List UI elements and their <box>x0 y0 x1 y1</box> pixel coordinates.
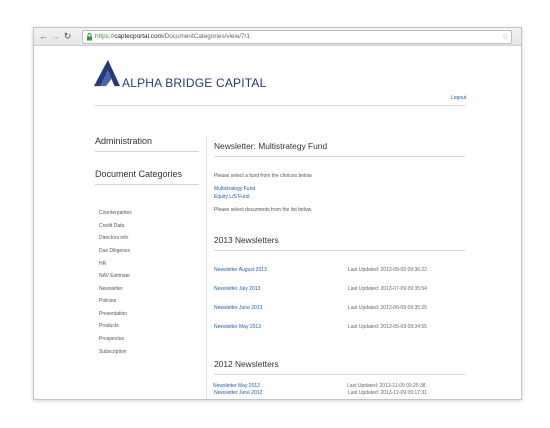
back-arrow-icon[interactable]: ← <box>38 30 49 42</box>
last-updated: Last Updated: 2013-05-09 09:34:55 <box>348 324 427 330</box>
sidebar-item-newsletter[interactable]: Newsletter <box>99 286 123 292</box>
fund-link-equity-ls[interactable]: Equity L/S Fund <box>214 194 250 200</box>
browser-toolbar: ← → ↻ https://captecportal.com/DocumentC… <box>34 28 521 46</box>
url-text: https://captecportal.com/DocumentCategor… <box>95 31 250 43</box>
last-updated: Last Updated: 2013-08-09 09:36:22 <box>348 267 427 273</box>
sidebar-divider <box>95 151 199 152</box>
company-name: ALPHA BRIDGE CAPITAL <box>122 76 267 90</box>
sidebar-item-directors-info[interactable]: Directors info <box>99 235 128 241</box>
document-categories-heading: Document Categories <box>95 169 183 179</box>
logout-link[interactable]: Logout <box>451 95 466 101</box>
last-updated: Last Updated: 2013-07-09 09:35:54 <box>348 286 427 292</box>
page-title: Newsletter: Multistrategy Fund <box>214 141 328 151</box>
company-logo <box>93 59 121 87</box>
title-divider <box>214 156 465 157</box>
section-title-2012: 2012 Newsletters <box>214 359 279 369</box>
sidebar-item-hr[interactable]: HR <box>99 261 106 267</box>
newsletter-link[interactable]: Newsletter June 2013 <box>214 305 262 311</box>
url-host: captecportal.com <box>114 33 163 40</box>
section-divider <box>214 374 465 375</box>
url-scheme: https:// <box>95 33 115 40</box>
page-content: ALPHA BRIDGE CAPITAL Logout Administrati… <box>34 46 521 399</box>
section-divider <box>214 250 465 251</box>
lock-icon <box>87 33 92 41</box>
fund-prompt: Please select a fund from the choices be… <box>214 173 312 179</box>
sidebar-item-prospectus[interactable]: Prospectus <box>99 336 124 342</box>
sidebar: Administration Document Categories <box>95 136 199 185</box>
sidebar-item-counterparties[interactable]: Counterparties <box>99 210 132 216</box>
sidebar-item-policies[interactable]: Policies <box>99 298 116 304</box>
last-updated: Last Updated: 2013-12-09 09:17:31 <box>348 390 427 396</box>
sidebar-item-products[interactable]: Products <box>99 323 119 329</box>
last-updated: Last Updated: 2013-06-09 09:35:25 <box>348 305 427 311</box>
section-title-2013: 2013 Newsletters <box>214 235 279 245</box>
sidebar-item-due-diligence[interactable]: Due Diligence <box>99 248 130 254</box>
fund-link-multistrategy[interactable]: Multistrategy Fund <box>214 186 255 192</box>
column-divider <box>206 136 207 399</box>
reload-icon[interactable]: ↻ <box>62 30 73 42</box>
sidebar-item-presentation[interactable]: Presentation <box>99 311 127 317</box>
sidebar-item-nav-estimate[interactable]: NAV Estimate <box>99 273 130 279</box>
sidebar-item-subscription[interactable]: Subscription <box>99 349 127 355</box>
newsletter-link[interactable]: Newsletter June 2012 <box>214 390 262 396</box>
sidebar-item-credit-data[interactable]: Credit Data <box>99 223 124 229</box>
sidebar-divider <box>95 184 199 185</box>
browser-window: ← → ↻ https://captecportal.com/DocumentC… <box>33 27 522 400</box>
star-icon[interactable]: ☆ <box>502 31 509 43</box>
newsletter-link[interactable]: Newsletter July 2013 <box>214 286 260 292</box>
address-bar[interactable]: https://captecportal.com/DocumentCategor… <box>82 30 512 44</box>
url-path: /DocumentCategories/view/7/1 <box>162 33 250 40</box>
newsletter-link[interactable]: Newsletter August 2013 <box>214 267 267 273</box>
forward-arrow-icon[interactable]: → <box>50 30 61 42</box>
newsletter-link[interactable]: Newsletter May 2013 <box>214 324 261 330</box>
administration-heading[interactable]: Administration <box>95 136 199 146</box>
newsletter-link[interactable]: Newsletter May 2012 <box>213 383 260 389</box>
last-updated: Last Updated: 2013-11-09 09:25:38 <box>347 383 426 389</box>
document-prompt: Please select documents from the list be… <box>214 207 313 213</box>
header-divider <box>95 105 465 106</box>
